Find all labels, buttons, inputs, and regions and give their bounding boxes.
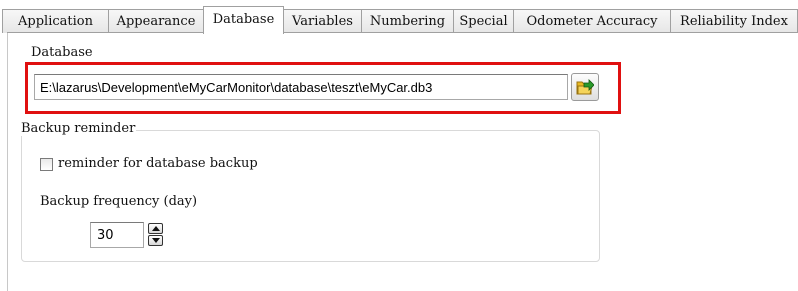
- spin-up-button[interactable]: [148, 223, 163, 234]
- database-group-caption: Database: [30, 45, 94, 60]
- backup-group-caption: Backup reminder: [20, 121, 137, 136]
- folder-open-icon: [576, 79, 594, 95]
- tab-panel-border: [7, 32, 798, 33]
- database-path-field[interactable]: [34, 74, 568, 100]
- tab-odometer-accuracy[interactable]: Odometer Accuracy: [513, 9, 671, 33]
- tab-variables[interactable]: Variables: [283, 9, 362, 33]
- backup-frequency-input[interactable]: [90, 222, 144, 248]
- triangle-down-icon: [152, 238, 160, 243]
- tab-database[interactable]: Database: [203, 6, 284, 34]
- tab-application[interactable]: Application: [2, 9, 109, 33]
- tab-numbering[interactable]: Numbering: [361, 9, 454, 33]
- tab-special[interactable]: Special: [453, 9, 514, 33]
- triangle-up-icon: [152, 226, 160, 231]
- tab-panel-left-border: [7, 32, 8, 291]
- browse-database-button[interactable]: [571, 73, 599, 101]
- tab-strip: Application Appearance Database Variable…: [2, 6, 798, 34]
- reminder-checkbox-label: reminder for database backup: [58, 156, 258, 171]
- backup-frequency-label: Backup frequency (day): [40, 194, 198, 209]
- reminder-checkbox[interactable]: [40, 158, 53, 171]
- tab-reliability-index[interactable]: Reliability Index: [670, 9, 798, 33]
- spin-down-button[interactable]: [148, 235, 163, 246]
- tab-appearance[interactable]: Appearance: [108, 9, 204, 33]
